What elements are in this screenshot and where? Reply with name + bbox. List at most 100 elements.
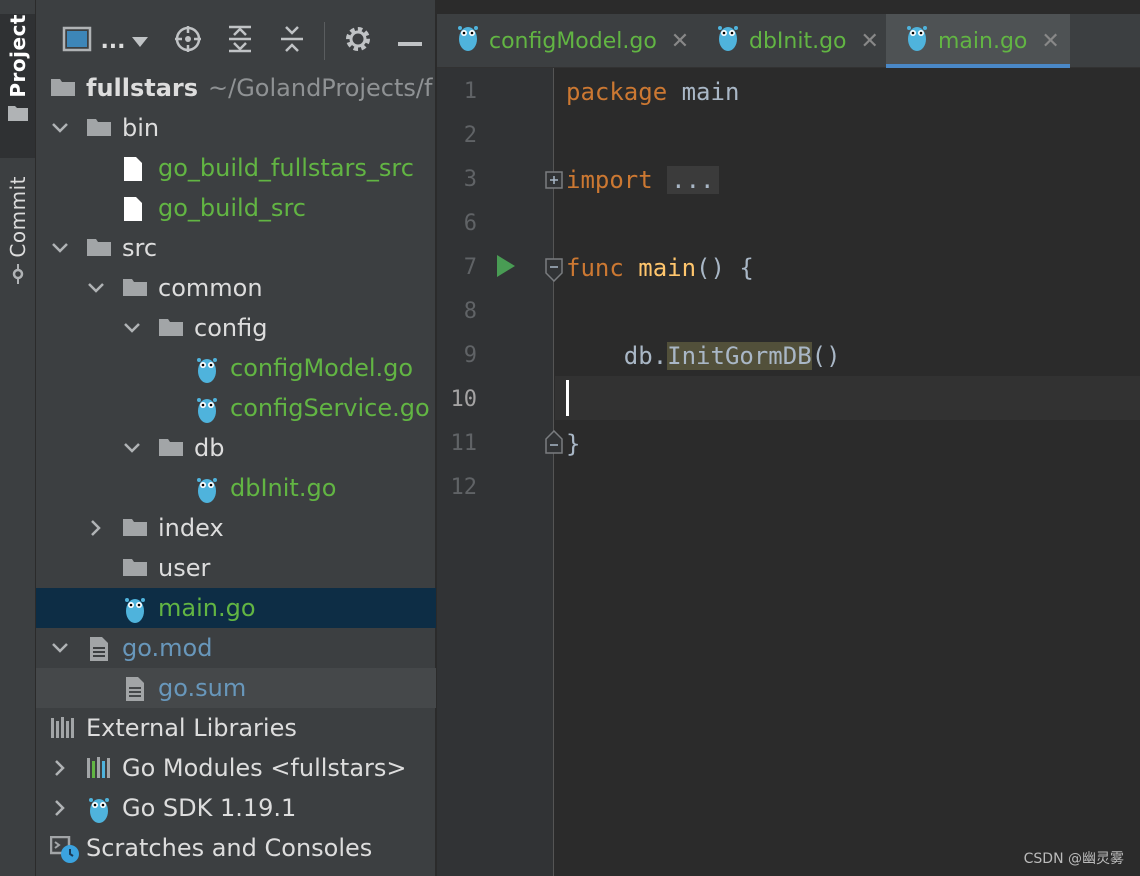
tree-item-go-sum[interactable]: go.sum	[36, 668, 436, 708]
folder-name: user	[158, 554, 211, 582]
fold-expand-icon[interactable]	[545, 171, 563, 193]
project-panel: ... fullstars ~/GolandProjects/f bin go_…	[36, 0, 436, 876]
line-number: 6	[463, 211, 477, 236]
close-icon[interactable]: ✕	[861, 29, 879, 54]
code-line-9[interactable]: db.InitGormDB()	[566, 334, 841, 378]
tree-item-config[interactable]: config	[36, 308, 436, 348]
tree-item-go-file[interactable]: configService.go	[36, 388, 436, 428]
commit-tool-tab[interactable]: Commit	[0, 176, 35, 286]
tab-label: dbInit.go	[749, 28, 847, 54]
file-name: go.sum	[158, 674, 247, 702]
project-toolbar: ...	[36, 14, 436, 68]
project-tool-tab[interactable]: Project	[0, 14, 35, 158]
file-name: go_build_fullstars_src	[158, 154, 414, 182]
tree-item-db[interactable]: db	[36, 428, 436, 468]
gopher-icon	[196, 476, 220, 503]
settings-button[interactable]	[340, 14, 376, 68]
view-mode-label: ...	[100, 28, 126, 54]
collapse-all-button[interactable]	[274, 14, 310, 68]
run-icon[interactable]	[497, 255, 515, 281]
tree-item-file[interactable]: go_build_src	[36, 188, 436, 228]
tree-item-src[interactable]: src	[36, 228, 436, 268]
tool-window-strip: Project Commit	[0, 0, 36, 876]
folded-imports[interactable]: ...	[667, 166, 719, 194]
keyword-package: package	[566, 78, 668, 106]
chevron-down-icon[interactable]	[124, 428, 140, 468]
tab-label: configModel.go	[489, 28, 657, 54]
tab-configmodel-go[interactable]: configModel.go ✕	[437, 14, 693, 68]
commit-tool-label: Commit	[5, 176, 30, 258]
file-name: go_build_src	[158, 194, 306, 222]
chevron-right-icon[interactable]	[52, 788, 68, 828]
chevron-down-icon[interactable]	[124, 308, 140, 348]
function-call: InitGormDB	[667, 342, 812, 370]
chevron-down-icon[interactable]	[52, 108, 68, 148]
chevron-right-icon[interactable]	[52, 748, 68, 788]
chevron-down-icon[interactable]	[52, 628, 68, 668]
code-line-7[interactable]: func main() {	[566, 246, 754, 290]
node-name: Go SDK 1.19.1	[122, 794, 297, 822]
editor-gutter: 1 2 3 6 7 8 9 10 11 12	[437, 68, 563, 876]
tree-item-go-sdk[interactable]: Go SDK 1.19.1	[36, 788, 436, 828]
folder-icon	[86, 236, 111, 260]
expand-all-button[interactable]	[222, 14, 258, 68]
fold-collapse-icon[interactable]	[545, 258, 563, 286]
tree-item-main-go[interactable]: main.go	[36, 588, 436, 628]
tab-label: main.go	[938, 28, 1028, 54]
file-name: dbInit.go	[230, 474, 337, 502]
tree-item-scratches[interactable]: Scratches and Consoles	[36, 828, 436, 868]
fold-end-icon[interactable]	[545, 429, 563, 458]
root-folder-name: fullstars	[86, 74, 199, 102]
line-number: 2	[463, 123, 477, 148]
view-mode-dropdown[interactable]: ...	[60, 14, 150, 68]
folder-icon	[158, 436, 183, 460]
tree-item-go-modules[interactable]: Go Modules <fullstars>	[36, 748, 436, 788]
tab-main-go[interactable]: main.go ✕	[886, 14, 1070, 68]
text-caret	[566, 380, 569, 416]
folder-icon	[122, 556, 147, 580]
folder-icon	[122, 276, 147, 300]
func-signature: () {	[696, 254, 754, 282]
keyword-import: import	[566, 166, 653, 194]
folder-icon	[86, 116, 111, 140]
folder-icon	[50, 76, 75, 100]
code-line-1[interactable]: package main	[566, 70, 739, 114]
hide-panel-button[interactable]	[392, 14, 428, 68]
tree-item-bin[interactable]: bin	[36, 108, 436, 148]
gopher-icon	[88, 796, 112, 823]
file-name: go.mod	[122, 634, 213, 662]
call-parens: ()	[811, 342, 841, 370]
chevron-down-icon[interactable]	[88, 268, 104, 308]
tab-dbinit-go[interactable]: dbInit.go ✕	[697, 14, 883, 68]
gopher-icon	[906, 24, 928, 58]
chevron-right-icon[interactable]	[88, 508, 104, 548]
minimize-icon	[398, 32, 422, 51]
line-number: 7	[463, 255, 477, 280]
tree-item-go-file[interactable]: dbInit.go	[36, 468, 436, 508]
gopher-icon	[457, 24, 479, 58]
tree-item-go-file[interactable]: configModel.go	[36, 348, 436, 388]
tree-item-user[interactable]: user	[36, 548, 436, 588]
folder-name: index	[158, 514, 224, 542]
tree-item-external-libraries[interactable]: External Libraries	[36, 708, 436, 748]
code-line-3[interactable]: import ...	[566, 158, 719, 202]
line-number: 12	[450, 475, 478, 500]
tree-item-index[interactable]: index	[36, 508, 436, 548]
tree-item-go-mod[interactable]: go.mod	[36, 628, 436, 668]
locate-button[interactable]	[170, 14, 206, 68]
file-icon	[122, 156, 146, 181]
close-icon[interactable]: ✕	[671, 29, 689, 54]
tree-item-root[interactable]: fullstars ~/GolandProjects/f	[36, 68, 436, 108]
scratches-icon	[49, 835, 79, 863]
chevron-down-icon[interactable]	[52, 228, 68, 268]
tree-item-file[interactable]: go_build_fullstars_src	[36, 148, 436, 188]
line-number: 3	[463, 167, 477, 192]
code-line-11[interactable]: }	[566, 422, 580, 466]
tree-item-common[interactable]: common	[36, 268, 436, 308]
watermark: CSDN @幽灵雾	[1023, 851, 1124, 867]
node-name: External Libraries	[86, 714, 297, 742]
file-name: main.go	[158, 594, 256, 622]
close-icon[interactable]: ✕	[1041, 29, 1059, 54]
file-name: configService.go	[230, 394, 430, 422]
folder-name: src	[122, 234, 158, 262]
